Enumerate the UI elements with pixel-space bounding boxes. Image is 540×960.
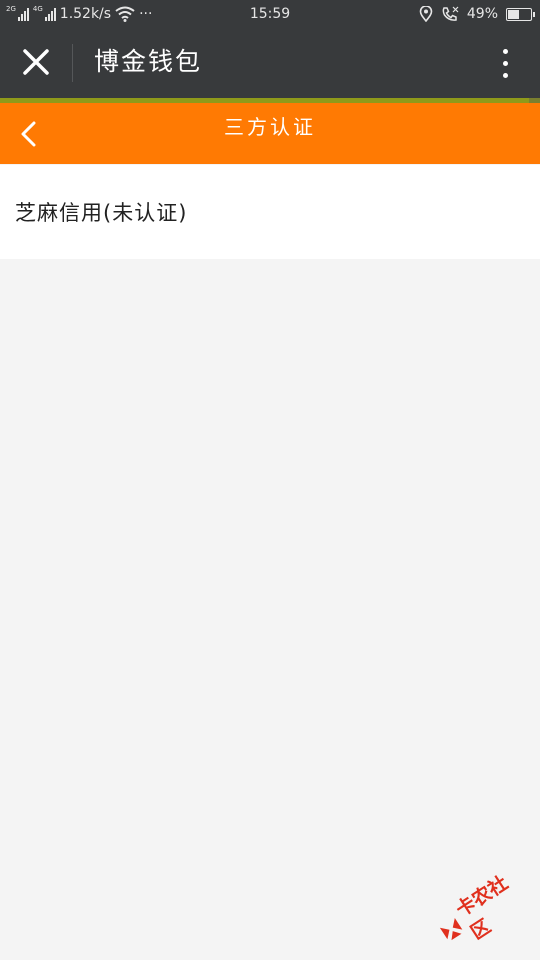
status-right: 49% bbox=[419, 0, 535, 28]
clock: 15:59 bbox=[249, 6, 291, 22]
title-divider bbox=[72, 44, 73, 82]
location-icon bbox=[419, 6, 433, 22]
battery-percent: 49% bbox=[466, 6, 498, 22]
close-button[interactable] bbox=[14, 40, 58, 84]
status-bar: 2G 4G 1.52k/s ··· 15:59 49% bbox=[0, 0, 540, 28]
app-title: 博金钱包 bbox=[94, 47, 203, 76]
list-item-label: 芝麻信用(未认证) bbox=[15, 201, 188, 225]
more-dot-icon bbox=[502, 60, 508, 66]
more-dot-icon bbox=[502, 48, 508, 54]
battery-fill bbox=[508, 9, 519, 19]
close-icon bbox=[23, 49, 49, 75]
more-menu-button[interactable] bbox=[490, 44, 520, 82]
title-bar: 博金钱包 bbox=[0, 28, 540, 98]
battery-icon bbox=[506, 7, 535, 21]
auth-list: 芝麻信用(未认证) bbox=[0, 165, 540, 259]
nav-bar: 三方认证 bbox=[0, 103, 540, 164]
list-item-zhima-credit[interactable]: 芝麻信用(未认证) bbox=[0, 165, 540, 259]
more-dot-icon bbox=[502, 72, 508, 78]
page-title: 三方认证 bbox=[224, 115, 316, 139]
volte-call-icon bbox=[442, 6, 459, 21]
watermark: 卡农社区 bbox=[424, 854, 540, 960]
